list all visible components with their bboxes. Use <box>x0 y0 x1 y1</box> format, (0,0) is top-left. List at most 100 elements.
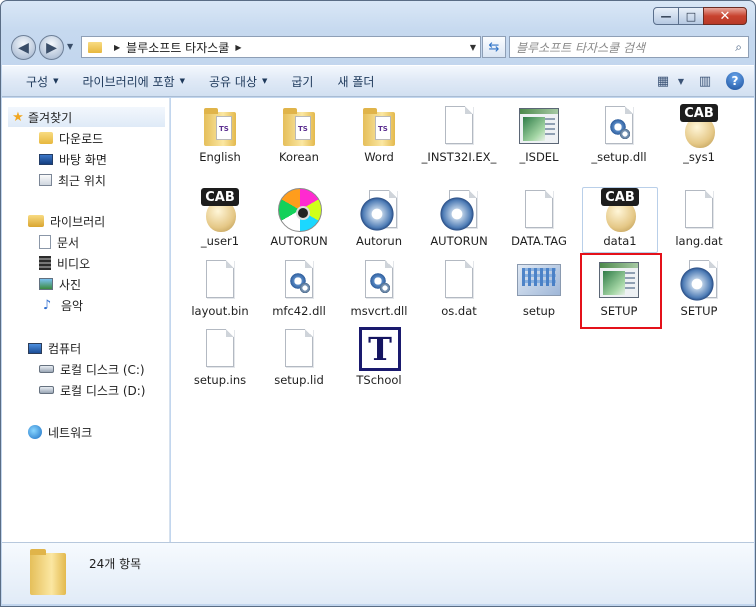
sidebar-item-downloads[interactable]: 다운로드 <box>2 128 169 148</box>
file-name: _user1 <box>200 234 240 248</box>
forward-button[interactable]: ▶ <box>39 35 64 60</box>
file-icon <box>437 104 481 148</box>
help-button[interactable]: ? <box>724 71 746 91</box>
file-item-isdel[interactable]: _ISDEL <box>502 104 576 168</box>
share-with-menu[interactable]: 공유 대상 ▼ <box>209 73 267 90</box>
file-name: _sys1 <box>683 150 715 164</box>
breadcrumb-current[interactable]: 블루소프트 타자스쿨 <box>126 39 229 56</box>
file-item-setup-ini[interactable]: SETUP <box>662 258 736 322</box>
network-icon <box>28 425 42 439</box>
address-bar[interactable]: ▶ 블루소프트 타자스쿨 ▶ ▼ <box>81 36 481 58</box>
music-note-icon: ♪ <box>42 297 52 313</box>
file-name: setup.ins <box>193 373 247 387</box>
sidebar-item-recent-places[interactable]: 최근 위치 <box>2 170 169 190</box>
sidebar-item-computer[interactable]: 컴퓨터 <box>2 338 169 358</box>
sidebar-item-label: 문서 <box>57 235 80 250</box>
file-item-autorun-cfg[interactable]: AUTORUN <box>422 188 496 252</box>
breadcrumb-separator-icon[interactable]: ▶ <box>235 43 241 52</box>
include-in-library-menu[interactable]: 라이브러리에 포함 ▼ <box>82 73 185 90</box>
caret-down-icon: ▼ <box>179 77 186 85</box>
address-dropdown-icon[interactable]: ▼ <box>470 43 476 52</box>
file-name: Word <box>364 150 394 164</box>
desktop-icon <box>39 153 53 165</box>
back-button[interactable]: ◀ <box>11 35 36 60</box>
dll-icon <box>597 104 641 148</box>
breadcrumb-separator-icon[interactable]: ▶ <box>114 43 120 52</box>
share-label: 공유 대상 <box>209 74 257 89</box>
recent-pages-dropdown[interactable]: ▼ <box>67 42 73 51</box>
cab-icon: CAB <box>677 104 721 148</box>
sidebar-item-drive-c[interactable]: 로컬 디스크 (C:) <box>2 359 169 379</box>
new-folder-button[interactable]: 새 폴더 <box>337 73 374 90</box>
caret-down-icon: ▼ <box>53 77 59 85</box>
maximize-button[interactable]: □ <box>678 7 704 25</box>
explorer-window: — □ ✕ ◀ ▶ ▼ ▶ 블루소프트 타자스쿨 ▶ ▼ ⇆ 블루소프트 타자스… <box>0 0 756 607</box>
file-item-setup-bmp[interactable]: setup <box>502 258 576 322</box>
file-item-setup-dll[interactable]: _setup.dll <box>582 104 656 168</box>
burn-label: 굽기 <box>291 74 314 89</box>
file-item-lang-dat[interactable]: lang.dat <box>662 188 736 252</box>
folder-icon <box>88 41 102 53</box>
new-folder-label: 새 폴더 <box>337 74 375 89</box>
file-item-msvcrt-dll[interactable]: msvcrt.dll <box>342 258 416 322</box>
file-name: AUTORUN <box>270 234 328 248</box>
sidebar-item-pictures[interactable]: 사진 <box>2 274 169 294</box>
settings-icon <box>357 188 401 232</box>
burn-button[interactable]: 굽기 <box>291 73 313 90</box>
settings-icon <box>677 258 721 302</box>
preview-pane-button[interactable]: ▥ <box>694 71 716 91</box>
recent-places-icon <box>39 174 52 186</box>
file-item-word[interactable]: Word <box>342 104 416 168</box>
file-icon <box>437 258 481 302</box>
folder-icon <box>198 104 242 148</box>
file-name: _INST32I.EX_ <box>421 150 497 164</box>
file-icon <box>517 188 561 232</box>
file-icon <box>677 188 721 232</box>
file-item-setup-ins[interactable]: setup.ins <box>183 327 257 391</box>
sidebar-item-documents[interactable]: 문서 <box>2 232 169 252</box>
sidebar-item-network[interactable]: 네트워크 <box>2 422 169 442</box>
dll-icon <box>357 258 401 302</box>
sidebar-item-videos[interactable]: 비디오 <box>2 253 169 273</box>
search-input[interactable]: 블루소프트 타자스쿨 검색 ⌕ <box>509 36 749 58</box>
file-name: msvcrt.dll <box>350 304 408 318</box>
file-item-data1[interactable]: CAB data1 <box>582 187 658 253</box>
file-item-inst32i[interactable]: _INST32I.EX_ <box>422 104 496 168</box>
file-item-sys1[interactable]: CAB _sys1 <box>662 104 736 168</box>
hard-drive-icon <box>39 386 54 394</box>
file-item-data-tag[interactable]: DATA.TAG <box>502 188 576 252</box>
file-name: _ISDEL <box>519 150 559 164</box>
view-options-button[interactable]: ▦ <box>652 71 674 91</box>
navigation-pane: ★ 즐겨찾기 다운로드 바탕 화면 최근 위치 라이브러리 문서 비디오 사진 … <box>2 98 170 542</box>
file-item-os-dat[interactable]: os.dat <box>422 258 496 322</box>
file-item-autorun-exe[interactable]: AUTORUN <box>262 188 336 252</box>
close-button[interactable]: ✕ <box>703 7 747 25</box>
file-item-english[interactable]: English <box>183 104 257 168</box>
sidebar-item-label: 다운로드 <box>59 131 104 146</box>
file-item-setup-lid[interactable]: setup.lid <box>262 327 336 391</box>
sidebar-item-favorites[interactable]: ★ 즐겨찾기 <box>8 107 165 127</box>
organize-menu[interactable]: 구성 ▼ <box>26 73 58 90</box>
file-name: setup.lid <box>274 373 324 387</box>
sidebar-item-drive-d[interactable]: 로컬 디스크 (D:) <box>2 380 169 400</box>
refresh-icon: ⇆ <box>488 39 500 55</box>
minimize-button[interactable]: — <box>653 7 679 25</box>
search-icon[interactable]: ⌕ <box>735 40 742 55</box>
cab-icon: CAB <box>598 188 642 232</box>
view-dropdown-button[interactable]: ▼ <box>676 71 686 91</box>
file-item-autorun-inf[interactable]: Autorun <box>342 188 416 252</box>
file-name: Autorun <box>355 234 402 248</box>
file-item-layout-bin[interactable]: layout.bin <box>183 258 257 322</box>
refresh-button[interactable]: ⇆ <box>482 36 506 58</box>
sidebar-item-libraries[interactable]: 라이브러리 <box>2 211 169 231</box>
file-item-user1[interactable]: CAB _user1 <box>183 188 257 252</box>
folder-icon <box>277 104 321 148</box>
sidebar-item-music[interactable]: ♪ 음악 <box>2 295 169 315</box>
caret-down-icon: ▼ <box>677 76 685 86</box>
file-item-korean[interactable]: Korean <box>262 104 336 168</box>
file-item-tschool[interactable]: T TSchool <box>342 327 416 391</box>
file-name: data1 <box>603 234 637 248</box>
file-item-mfc42-dll[interactable]: mfc42.dll <box>262 258 336 322</box>
file-icon <box>277 327 321 371</box>
sidebar-item-desktop[interactable]: 바탕 화면 <box>2 149 169 169</box>
